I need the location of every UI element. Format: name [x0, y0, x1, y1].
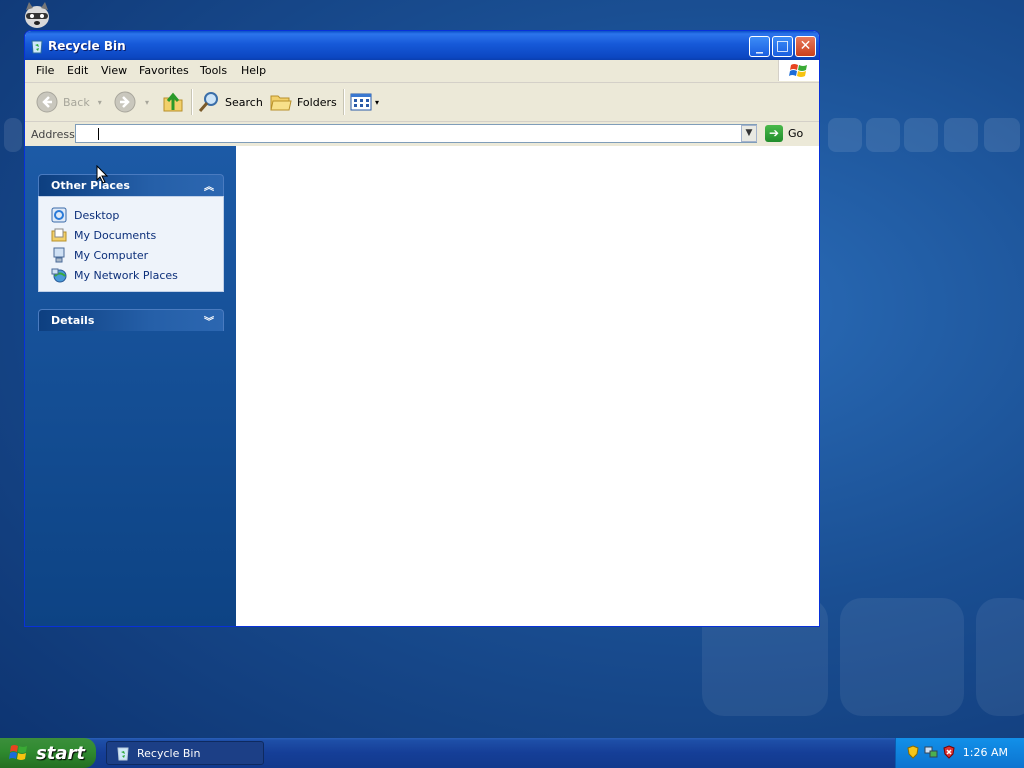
forward-button[interactable]: ▾ — [113, 89, 149, 115]
desktop-icon — [51, 207, 67, 223]
menu-edit[interactable]: Edit — [67, 64, 88, 77]
up-folder-button[interactable] — [161, 89, 185, 115]
desktop-decoration — [840, 598, 964, 716]
my-computer-icon — [53, 247, 65, 263]
back-dropdown-icon[interactable]: ▾ — [98, 98, 102, 107]
collapse-chevron-icon[interactable]: ︽ — [204, 178, 214, 193]
mouse-cursor-icon — [96, 165, 108, 184]
forward-arrow-icon — [114, 91, 136, 113]
network-icon[interactable] — [924, 745, 938, 759]
minimize-button[interactable]: _ — [749, 36, 770, 57]
start-label: start — [36, 742, 85, 764]
up-folder-icon — [163, 92, 183, 112]
taskbar-item-recycle-bin[interactable]: Recycle Bin — [106, 741, 264, 765]
recycle-bin-icon — [31, 40, 43, 54]
menu-tools[interactable]: Tools — [200, 64, 227, 77]
close-icon: ✕ — [799, 38, 812, 54]
go-label: Go — [788, 127, 804, 140]
other-places-title: Other Places — [51, 179, 130, 192]
address-bar: Address ▼ ➔ Go — [25, 122, 819, 147]
address-input[interactable] — [75, 124, 757, 143]
folders-label: Folders — [297, 95, 337, 109]
place-link-my-computer[interactable]: My Computer — [39, 245, 223, 265]
desktop-decoration — [976, 598, 1024, 716]
system-tray: 1:26 AM — [895, 738, 1024, 768]
maximize-button[interactable]: □ — [772, 36, 793, 57]
views-dropdown-icon: ▾ — [375, 97, 380, 107]
desktop-decoration — [828, 118, 862, 152]
menu-bar: File Edit View Favorites Tools Help — [25, 60, 819, 83]
details-header[interactable]: Details ︾ — [38, 309, 224, 331]
desktop-decoration — [944, 118, 978, 152]
address-dropdown-button[interactable]: ▼ — [741, 125, 757, 142]
chevron-down-icon: ▼ — [745, 128, 753, 138]
address-label: Address — [31, 128, 75, 141]
desktop-decoration — [4, 118, 22, 152]
place-link-desktop[interactable]: Desktop — [39, 205, 223, 225]
desktop-decoration — [984, 118, 1020, 152]
place-label: My Network Places — [74, 268, 178, 282]
window-title: Recycle Bin — [48, 39, 126, 53]
start-button[interactable]: start — [0, 738, 96, 768]
go-arrow-icon: ➔ — [765, 125, 783, 142]
go-button[interactable]: ➔ Go — [765, 125, 803, 142]
other-places-panel: Other Places ︽ Desktop My Documents My C… — [38, 174, 224, 292]
title-bar[interactable]: Recycle Bin _ □ ✕ — [25, 31, 819, 60]
menu-help[interactable]: Help — [241, 64, 266, 77]
raccoon-desktop-icon[interactable] — [22, 2, 52, 30]
security-alert-icon[interactable] — [942, 745, 956, 759]
search-label: Search — [225, 95, 263, 109]
security-shield-icon[interactable] — [906, 745, 920, 759]
menu-favorites[interactable]: Favorites — [139, 64, 189, 77]
toolbar: Back ▾ ▾ Search Folders ▾ — [25, 83, 819, 122]
file-list-area[interactable] — [236, 146, 819, 626]
back-button[interactable]: Back ▾ — [35, 89, 102, 115]
taskbar-item-label: Recycle Bin — [137, 746, 201, 760]
details-panel: Details ︾ — [38, 309, 224, 331]
toolbar-separator — [191, 89, 193, 115]
other-places-header[interactable]: Other Places ︽ — [38, 174, 224, 196]
text-cursor — [98, 128, 99, 140]
windows-flag-icon — [789, 64, 807, 77]
maximize-icon: □ — [775, 38, 790, 54]
close-button[interactable]: ✕ — [795, 36, 816, 57]
place-label: Desktop — [74, 208, 120, 222]
toolbar-separator — [343, 89, 345, 115]
desktop-decoration — [866, 118, 900, 152]
desktop-decoration — [904, 118, 938, 152]
back-label: Back — [63, 95, 90, 109]
taskbar: start Recycle Bin 1:26 AM — [0, 738, 1024, 768]
views-icon — [350, 93, 372, 111]
clock: 1:26 AM — [962, 746, 1008, 759]
expand-chevron-icon[interactable]: ︾ — [204, 313, 214, 328]
forward-dropdown-icon[interactable]: ▾ — [145, 98, 149, 107]
place-label: My Documents — [74, 228, 157, 242]
recycle-bin-icon — [117, 747, 129, 761]
windows-flag-icon — [9, 745, 27, 760]
my-documents-icon — [51, 228, 67, 242]
task-pane: Other Places ︽ Desktop My Documents My C… — [25, 146, 236, 626]
my-network-places-icon — [51, 268, 67, 283]
views-button[interactable]: ▾ — [349, 89, 379, 115]
recycle-bin-window: Recycle Bin _ □ ✕ File Edit View Favorit… — [24, 30, 820, 627]
place-link-my-network-places[interactable]: My Network Places — [39, 265, 223, 285]
search-icon — [198, 92, 218, 112]
search-button[interactable]: Search — [197, 89, 263, 115]
other-places-list: Desktop My Documents My Computer My Netw… — [38, 196, 224, 292]
place-link-my-documents[interactable]: My Documents — [39, 225, 223, 245]
back-arrow-icon — [36, 91, 58, 113]
folders-button[interactable]: Folders — [269, 89, 337, 115]
details-title: Details — [51, 314, 95, 327]
windows-logo — [778, 60, 819, 81]
minimize-icon: _ — [756, 38, 763, 54]
place-label: My Computer — [74, 248, 149, 262]
folders-icon — [270, 95, 292, 111]
menu-file[interactable]: File — [36, 64, 54, 77]
menu-view[interactable]: View — [101, 64, 127, 77]
